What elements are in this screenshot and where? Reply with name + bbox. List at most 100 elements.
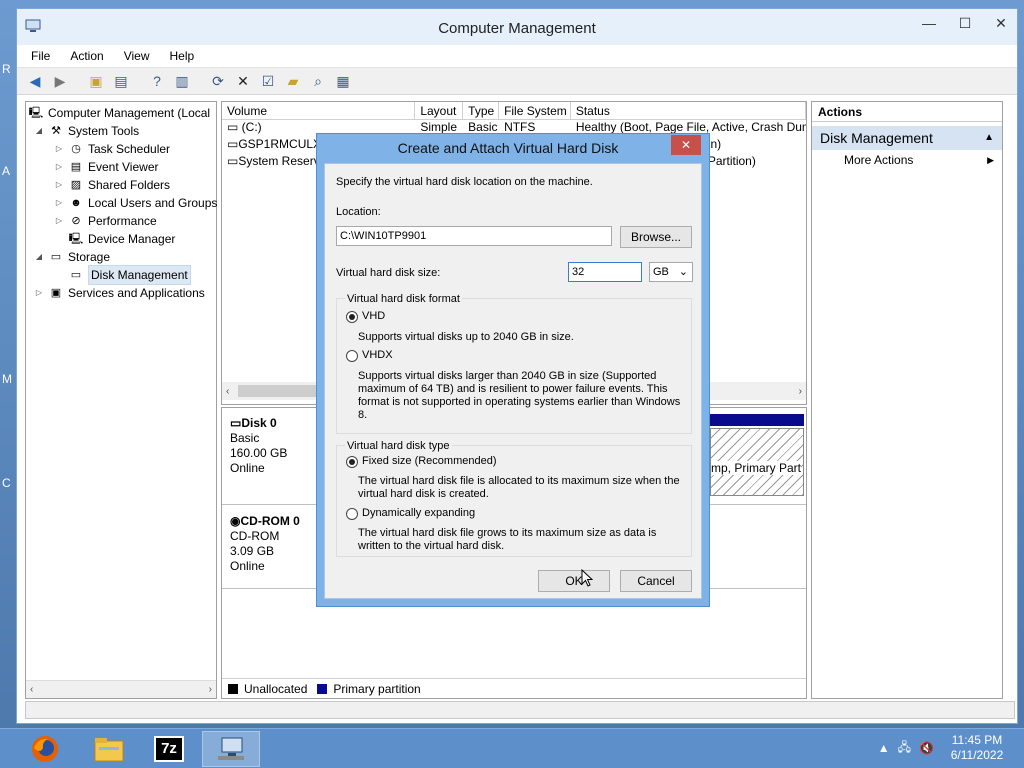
collapse-arrow-icon: ▲ [984,132,994,143]
show-hide-action-pane-icon[interactable]: ▥ [172,71,192,91]
search-icon[interactable]: ⌕ [308,71,328,91]
disk-icon: ▭ [230,416,242,430]
tree-item-task-scheduler[interactable]: ▷ ◷ Task Scheduler [54,140,170,158]
window-title: Computer Management [438,20,596,37]
create-vhd-dialog: Create and Attach Virtual Hard Disk ✕ Sp… [316,133,710,607]
scroll-right-icon[interactable]: › [799,386,802,397]
more-actions-item[interactable]: More Actions ▶ [812,150,1002,170]
scroll-left-icon[interactable]: ‹ [226,386,229,397]
column-header-status[interactable]: Status [571,102,806,119]
tree-item-storage[interactable]: ◢ ▭ Storage [34,248,110,266]
taskbar-file-explorer[interactable] [80,731,138,767]
minimize-button[interactable]: — [919,15,939,32]
tree-item-local-users-groups[interactable]: ▷ ☻ Local Users and Groups [54,194,217,212]
actions-section-disk-management[interactable]: Disk Management ▲ [812,126,1002,150]
desktop-fragment: A [2,164,11,178]
scrollbar-thumb[interactable] [238,385,328,397]
cdrom-icon: ◉ [230,514,241,528]
primary-partition-header [710,414,804,426]
intro-text: Specify the virtual hard disk location o… [336,176,593,188]
scroll-right-icon[interactable]: › [209,684,212,695]
ok-button[interactable]: OK [538,570,610,592]
cdrom-0-info[interactable]: ◉CD-ROM 0 CD-ROM 3.09 GB Online [230,514,300,574]
clock[interactable]: 11:45 PM 6/11/2022 [942,733,1012,763]
vhdx-radio[interactable] [346,350,358,362]
collapse-icon[interactable]: ◢ [34,248,44,266]
computer-icon: 🖳 [28,107,44,119]
dialog-title-bar: Create and Attach Virtual Hard Disk ✕ [317,134,709,162]
fixed-size-radio[interactable] [346,456,358,468]
menu-view[interactable]: View [124,49,150,63]
maximize-button[interactable]: ☐ [955,15,975,32]
fixed-size-label[interactable]: Fixed size (Recommended) [362,455,497,467]
tree-item-device-manager[interactable]: 🖳 Device Manager [54,230,176,248]
fixed-size-description: The virtual hard disk file is allocated … [358,475,680,500]
tree-item-disk-management[interactable]: ▭ Disk Management [54,265,191,285]
menu-file[interactable]: File [31,49,50,63]
column-header-file-system[interactable]: File System [499,102,571,119]
open-icon[interactable]: ▰ [283,71,303,91]
help-icon[interactable]: ? [147,71,167,91]
dynamic-description: The virtual hard disk file grows to its … [358,527,657,552]
size-unit-select[interactable]: GB ⌄ [649,262,693,282]
column-header-volume[interactable]: Volume [222,102,416,119]
properties-icon[interactable]: ☑ [258,71,278,91]
delete-icon[interactable]: ✕ [233,71,253,91]
taskbar-firefox[interactable] [16,731,74,767]
vhd-label[interactable]: VHD [362,310,385,322]
desktop-fragment: C [2,476,11,490]
tree-item-performance[interactable]: ▷ ⊘ Performance [54,212,157,230]
toolbar: ◀ ▶ ▣ ▤ ? ▥ ⟳ ✕ ☑ ▰ ⌕ ▦ [17,67,1017,95]
tree-item-shared-folders[interactable]: ▷ ▨ Shared Folders [54,176,170,194]
tree-item-computer-management[interactable]: 🖳 Computer Management (Local [28,104,210,122]
disk-icon[interactable]: ▦ [333,71,353,91]
dialog-body: Specify the virtual hard disk location o… [324,163,702,599]
size-input[interactable]: 32 [568,262,642,282]
volume-muted-icon[interactable]: 🔇 [919,741,934,755]
disk-0-info[interactable]: ▭Disk 0 Basic 160.00 GB Online [230,416,287,476]
dynamic-label[interactable]: Dynamically expanding [362,507,475,519]
chevron-down-icon: ⌄ [678,266,688,278]
dynamic-radio[interactable] [346,508,358,520]
up-folder-icon[interactable]: ▣ [86,71,106,91]
dialog-close-button[interactable]: ✕ [671,135,701,155]
taskbar-7zip[interactable]: 7z [140,731,198,767]
refresh-icon[interactable]: ⟳ [208,71,228,91]
collapse-icon[interactable]: ◢ [34,122,44,140]
vhd-radio[interactable] [346,311,358,323]
location-input[interactable]: C:\WIN10TP9901 [336,226,612,246]
tree-item-event-viewer[interactable]: ▷ ▤ Event Viewer [54,158,159,176]
expand-icon[interactable]: ▷ [54,176,64,194]
tree-item-services-applications[interactable]: ▷ ▣ Services and Applications [34,284,205,302]
taskbar-computer-management[interactable] [202,731,260,767]
expand-icon[interactable]: ▷ [54,212,64,230]
taskbar: 7z ▲ 🖧 🔇 11:45 PM 6/11/2022 [0,728,1024,768]
menu-action[interactable]: Action [70,49,103,63]
vhdx-label[interactable]: VHDX [362,349,393,361]
legend: Unallocated Primary partition [222,678,806,698]
tree-horizontal-scrollbar[interactable]: ‹ › [26,680,216,698]
menu-help[interactable]: Help [170,49,195,63]
show-hide-tree-icon[interactable]: ▤ [111,71,131,91]
file-explorer-icon [94,738,124,762]
format-group-title: Virtual hard disk format [345,293,462,305]
show-hidden-icons-icon[interactable]: ▲ [878,741,890,755]
location-label: Location: [336,206,381,218]
tree-item-system-tools[interactable]: ◢ ⚒ System Tools [34,122,139,140]
network-icon[interactable]: 🖧 [898,738,911,759]
cancel-button[interactable]: Cancel [620,570,692,592]
scroll-left-icon[interactable]: ‹ [30,684,33,695]
partition-block[interactable]: mp, Primary Part [710,428,804,496]
column-header-type[interactable]: Type [463,102,500,119]
dialog-title: Create and Attach Virtual Hard Disk [397,140,619,156]
expand-icon[interactable]: ▷ [54,158,64,176]
volume-list-header: Volume Layout Type File System Status [222,102,806,120]
close-button[interactable]: ✕ [991,15,1011,32]
expand-icon[interactable]: ▷ [54,140,64,158]
expand-icon[interactable]: ▷ [54,194,64,212]
column-header-layout[interactable]: Layout [415,102,464,119]
forward-icon[interactable]: ▶ [50,71,70,91]
back-icon[interactable]: ◀ [25,71,45,91]
expand-icon[interactable]: ▷ [34,284,44,302]
browse-button[interactable]: Browse... [620,226,692,248]
